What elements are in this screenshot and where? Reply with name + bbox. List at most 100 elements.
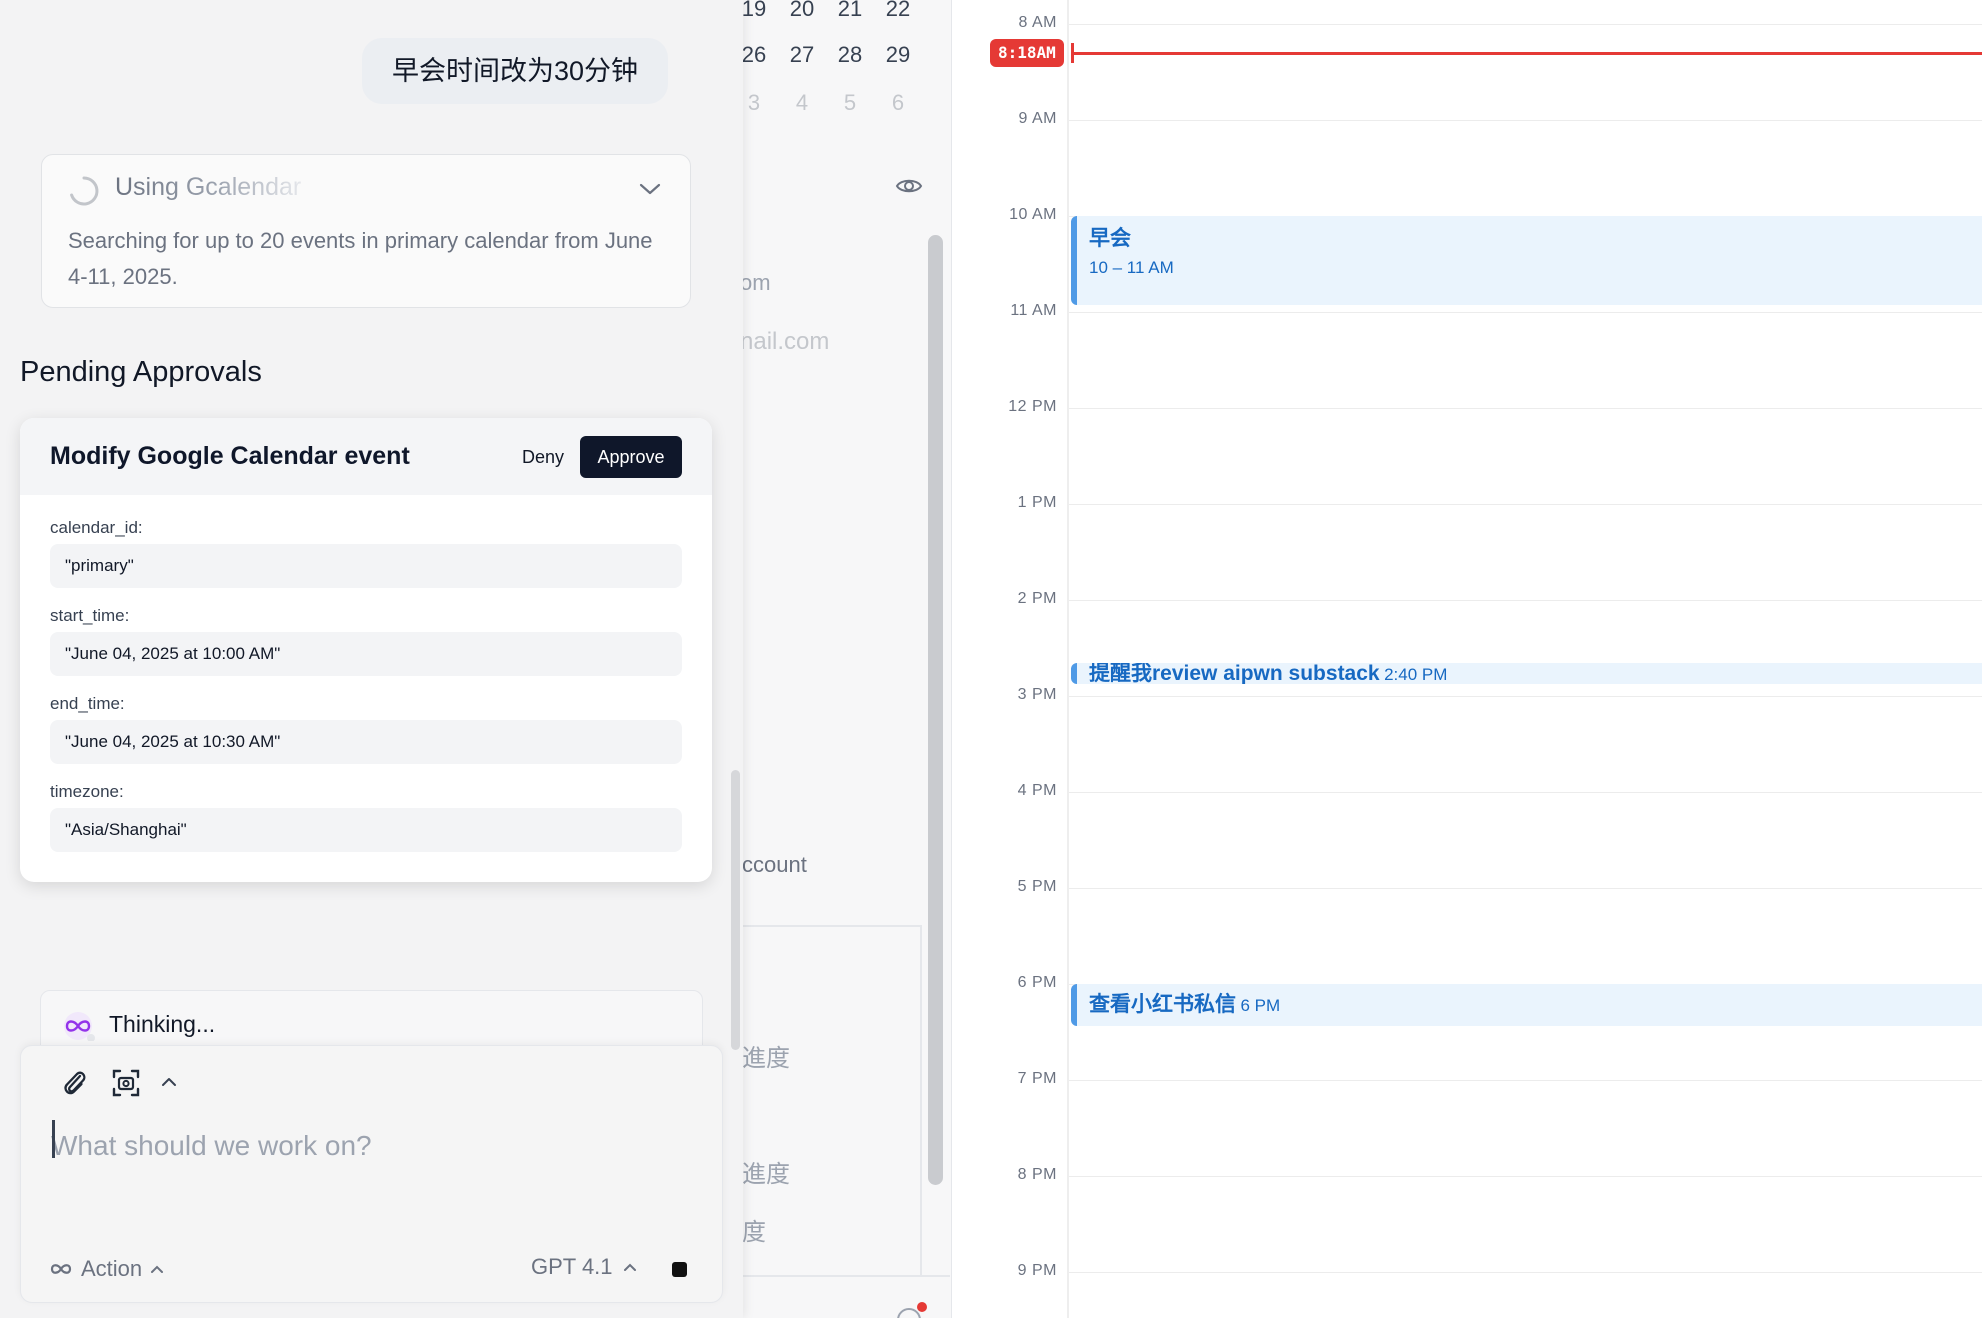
event-time: 10 – 11 AM <box>1089 258 1174 277</box>
mini-calendar-day[interactable]: 21 <box>826 0 874 22</box>
model-label: GPT 4.1 <box>531 1254 613 1279</box>
account-label-fragment: ccount <box>742 852 807 877</box>
account-email-fragment: nail.com <box>740 328 830 355</box>
tool-call-title: Using Gcalendar <box>115 173 302 201</box>
time-axis-divider <box>1067 0 1069 1318</box>
hour-label: 5 PM <box>1017 878 1057 895</box>
event-time: 6 PM <box>1240 996 1281 1015</box>
hour-label: 8 PM <box>1017 1166 1057 1183</box>
current-time-tick <box>1071 43 1074 63</box>
divider <box>720 1275 950 1277</box>
thinking-label: Thinking... <box>109 1011 216 1037</box>
current-time-badge: 8:18AM <box>990 39 1064 67</box>
loading-spinner-icon <box>70 176 99 206</box>
infinity-icon <box>64 1012 95 1041</box>
param-label-end-time: end_time: <box>50 694 125 713</box>
hour-gridline <box>1069 1176 1982 1177</box>
infinity-icon <box>50 1264 72 1274</box>
chat-panel: 早会时间改为30分钟 Using Gcalendar Searching for… <box>0 0 743 1318</box>
message-composer: Action GPT 4.1 <box>20 1045 723 1303</box>
tool-call-card[interactable]: Using Gcalendar Searching for up to 20 e… <box>41 154 691 308</box>
notification-icon[interactable] <box>895 1300 929 1318</box>
sidebar-scrollbar[interactable] <box>928 235 943 1185</box>
hour-gridline <box>1069 408 1982 409</box>
mini-calendar-day[interactable]: 27 <box>778 42 826 68</box>
calendar-list-fragment: 進度 <box>742 1045 790 1072</box>
divider <box>920 925 922 1275</box>
event-time: 2:40 PM <box>1384 665 1448 684</box>
approval-header: Modify Google Calendar event Deny Approv… <box>20 418 712 495</box>
current-time-line <box>1072 52 1982 55</box>
chevron-up-icon <box>623 1263 636 1271</box>
hour-label: 3 PM <box>1017 686 1057 703</box>
hour-gridline <box>1069 1272 1982 1273</box>
param-value-timezone: "Asia/Shanghai" <box>50 808 682 852</box>
param-label-calendar-id: calendar_id: <box>50 518 143 537</box>
approval-card: Modify Google Calendar event Deny Approv… <box>20 418 712 882</box>
mini-calendar-day[interactable]: 5 <box>826 90 874 116</box>
approve-button[interactable]: Approve <box>580 436 682 478</box>
mini-calendar-week: 3 4 5 6 <box>730 90 930 116</box>
mode-selector[interactable]: Action <box>49 1256 164 1282</box>
pending-approvals-heading: Pending Approvals <box>20 356 262 388</box>
approval-title: Modify Google Calendar event <box>50 442 410 470</box>
hour-gridline <box>1069 792 1982 793</box>
hour-gridline <box>1069 504 1982 505</box>
hour-label: 8 AM <box>1018 14 1057 31</box>
calendar-day-view <box>952 0 1982 1318</box>
paperclip-icon[interactable] <box>59 1066 89 1100</box>
param-value-calendar-id: "primary" <box>50 544 682 588</box>
hour-label: 10 AM <box>1009 206 1057 223</box>
hour-label: 9 AM <box>1018 110 1057 127</box>
param-label-timezone: timezone: <box>50 782 124 801</box>
hour-label: 4 PM <box>1017 782 1057 799</box>
hour-gridline <box>1069 600 1982 601</box>
screenshot-icon[interactable] <box>111 1068 141 1098</box>
mini-calendar-day[interactable]: 22 <box>874 0 922 22</box>
mini-calendar-week: 26 27 28 29 <box>730 42 930 68</box>
mini-calendar-day[interactable]: 20 <box>778 0 826 22</box>
calendar-event[interactable]: 查看小红书私信 6 PM <box>1071 984 1982 1026</box>
calendar-event[interactable]: 提醒我review aipwn substack 2:40 PM <box>1071 663 1982 684</box>
param-value-start-time: "June 04, 2025 at 10:00 AM" <box>50 632 682 676</box>
text-cursor <box>52 1120 55 1158</box>
hour-label: 7 PM <box>1017 1070 1057 1087</box>
mini-calendar-day[interactable]: 6 <box>874 90 922 116</box>
hour-gridline <box>1069 120 1982 121</box>
hour-label: 9 PM <box>1017 1262 1057 1279</box>
deny-button[interactable]: Deny <box>500 437 586 477</box>
hour-label: 6 PM <box>1017 974 1057 991</box>
event-title: 提醒我review aipwn substack <box>1089 663 1380 684</box>
divider <box>720 925 920 927</box>
mini-calendar-day[interactable]: 4 <box>778 90 826 116</box>
stop-button[interactable] <box>672 1262 687 1277</box>
mode-label: Action <box>81 1256 143 1281</box>
chevron-up-icon[interactable] <box>161 1076 177 1088</box>
param-label-start-time: start_time: <box>50 606 130 625</box>
event-title: 早会 <box>1089 227 1131 250</box>
mini-calendar-week: 19 20 21 22 <box>730 0 930 22</box>
tool-call-description: Searching for up to 20 events in primary… <box>68 228 653 289</box>
hour-gridline <box>1069 312 1982 313</box>
calendar-list-fragment: 進度 <box>742 1161 790 1188</box>
param-value-end-time: "June 04, 2025 at 10:30 AM" <box>50 720 682 764</box>
chat-scrollbar[interactable] <box>731 770 740 1050</box>
calendar-event[interactable]: 早会 10 – 11 AM <box>1071 216 1982 305</box>
chevron-up-icon <box>151 1265 164 1273</box>
event-title: 查看小红书私信 <box>1089 993 1236 1016</box>
hour-label: 1 PM <box>1017 494 1057 511</box>
mini-calendar-day[interactable]: 28 <box>826 42 874 68</box>
hour-label: 11 AM <box>1010 302 1057 319</box>
hour-label: 12 PM <box>1008 398 1057 415</box>
hour-gridline <box>1069 888 1982 889</box>
calendar-list-fragment: 度 <box>742 1219 766 1246</box>
mini-calendar-day[interactable]: 29 <box>874 42 922 68</box>
model-selector[interactable]: GPT 4.1 <box>531 1254 637 1280</box>
eye-icon[interactable] <box>895 172 923 200</box>
user-message: 早会时间改为30分钟 <box>362 38 669 104</box>
hour-gridline <box>1069 1080 1982 1081</box>
hour-label: 2 PM <box>1017 590 1057 607</box>
chevron-down-icon[interactable] <box>638 181 662 197</box>
message-input[interactable] <box>51 1116 691 1176</box>
hour-gridline <box>1069 696 1982 697</box>
